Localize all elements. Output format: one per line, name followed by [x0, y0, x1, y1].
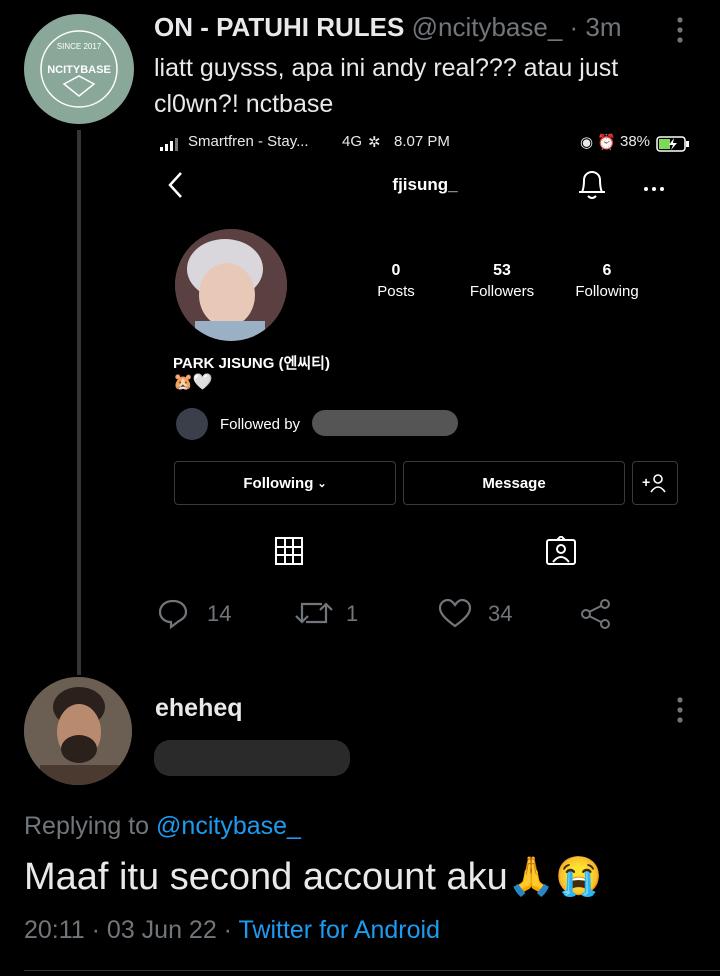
following-label[interactable]: Following: [557, 283, 657, 300]
follower-avatar[interactable]: [176, 408, 208, 440]
reply-source[interactable]: Twitter for Android: [239, 916, 440, 944]
ig-username: fjisung_: [392, 175, 458, 194]
status-network: 4G: [342, 133, 363, 150]
chevron-down-icon: ⌄: [317, 477, 327, 490]
status-time: 8.07 PM: [394, 133, 450, 150]
posts-label: Posts: [377, 283, 415, 300]
status-carrier: Smartfren - Stay...: [188, 133, 309, 150]
followers-label[interactable]: Followers: [452, 283, 552, 300]
tweet-time[interactable]: · 3m: [570, 12, 622, 42]
retweet-count[interactable]: 1: [346, 601, 358, 627]
following-count[interactable]: 6: [557, 262, 657, 280]
avatar-since-text: SINCE 2017: [56, 42, 102, 51]
ig-profile-picture[interactable]: [175, 229, 287, 341]
followed-by-label[interactable]: Followed by: [220, 416, 300, 433]
notification-bell-icon[interactable]: [576, 168, 608, 207]
ig-more-icon[interactable]: [642, 180, 666, 198]
redacted-handle-bar: [154, 740, 350, 776]
signal-icon: [160, 138, 182, 157]
alarm-icon: ◉ ⏰: [580, 134, 616, 151]
reply-text: Maaf itu second account aku🙏😭: [24, 856, 603, 898]
retweet-icon[interactable]: [294, 598, 334, 633]
message-button-label: Message: [482, 474, 546, 492]
battery-icon: [656, 135, 690, 158]
replying-to: Replying to @ncitybase_: [24, 812, 301, 841]
reply-meta: 20:11 · 03 Jun 22 · Twitter for Android: [24, 916, 440, 945]
replying-to-prefix: Replying to: [24, 812, 150, 840]
tweet-text-line-2: cl0wn?! nctbase: [154, 90, 334, 118]
like-count[interactable]: 34: [488, 601, 512, 627]
thread-line: [77, 130, 81, 675]
tweet-author-handle[interactable]: @ncitybase_: [412, 12, 563, 42]
loading-icon: ✲: [368, 134, 381, 151]
posts-count: 0: [391, 262, 401, 279]
message-button[interactable]: Message: [403, 461, 625, 505]
reply-author-name[interactable]: eheheq: [155, 694, 243, 723]
avatar-brand-text: NCITYBASE: [47, 64, 111, 76]
reply-count[interactable]: 14: [207, 601, 231, 627]
tagged-icon[interactable]: [545, 534, 577, 571]
tweet-text-line-1: liatt guysss, apa ini andy real??? atau …: [154, 54, 619, 82]
following-button-label: Following: [243, 474, 314, 492]
replying-to-handle[interactable]: @ncitybase_: [156, 812, 301, 840]
grid-icon[interactable]: [275, 537, 303, 570]
reply-more-icon[interactable]: [672, 696, 688, 731]
redacted-name-bar: [312, 410, 458, 436]
svg-text:+: +: [642, 474, 650, 490]
tweet-text: liatt guysss, apa ini andy real??? atau …: [154, 50, 674, 122]
add-person-icon[interactable]: +: [632, 461, 678, 505]
followers-count[interactable]: 53: [452, 262, 552, 280]
following-button[interactable]: Following ⌄: [174, 461, 396, 505]
ig-display-name: PARK JISUNG (엔씨티): [173, 355, 330, 372]
status-battery: 38%: [620, 133, 651, 150]
tweet-more-icon[interactable]: [672, 16, 688, 51]
ig-bio: 🐹🤍: [173, 374, 213, 391]
tweet-author-name[interactable]: ON - PATUHI RULES: [154, 12, 404, 42]
reply-icon[interactable]: [157, 597, 189, 634]
like-icon[interactable]: [438, 598, 472, 633]
share-icon[interactable]: [579, 597, 613, 636]
divider: [24, 970, 720, 971]
ncitybase-avatar[interactable]: SINCE 2017 NCITYBASE: [24, 14, 134, 124]
reply-date: 20:11 · 03 Jun 22 ·: [24, 916, 233, 944]
reply-author-avatar[interactable]: [24, 677, 132, 785]
tweet-header: ON - PATUHI RULES @ncitybase_ · 3m: [154, 12, 622, 43]
back-arrow-icon[interactable]: [166, 170, 186, 205]
